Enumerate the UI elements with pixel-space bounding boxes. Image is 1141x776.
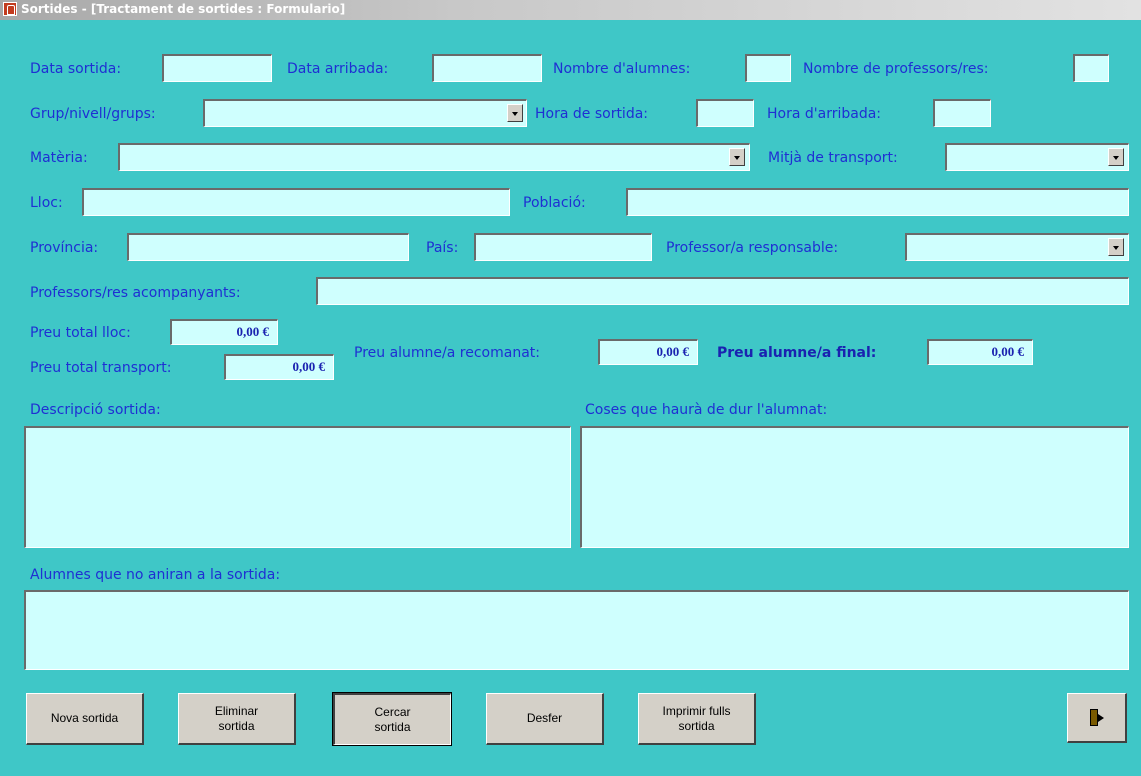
label-hora-sortida: Hora de sortida:	[535, 106, 649, 122]
access-form-icon[interactable]	[3, 2, 17, 16]
label-nombre-alumnes: Nombre d'alumnes:	[553, 61, 691, 77]
grup-combo[interactable]	[203, 99, 527, 127]
descripcio-textarea[interactable]	[24, 426, 571, 548]
label-poblacio: Població:	[523, 195, 586, 211]
desfer-button[interactable]: Desfer	[486, 693, 604, 745]
data-sortida-field[interactable]	[162, 54, 272, 82]
grup-dropdown-icon[interactable]	[507, 104, 523, 122]
lloc-field[interactable]	[82, 188, 510, 216]
hora-arribada-field[interactable]	[933, 99, 991, 127]
materia-combo[interactable]	[118, 143, 750, 171]
label-alumnes-no: Alumnes que no aniran a la sortida:	[30, 567, 281, 583]
nova-sortida-button[interactable]: Nova sortida	[26, 693, 144, 745]
imprimir-fulls-button[interactable]: Imprimir fulls sortida	[638, 693, 756, 745]
poblacio-field[interactable]	[626, 188, 1129, 216]
label-descripcio: Descripció sortida:	[30, 402, 161, 418]
label-grup: Grup/nivell/grups:	[30, 106, 156, 122]
coses-textarea[interactable]	[580, 426, 1129, 548]
label-materia: Matèria:	[30, 150, 88, 166]
nombre-professors-field[interactable]	[1073, 54, 1109, 82]
label-preu-total-transport: Preu total transport:	[30, 360, 172, 376]
preu-total-lloc-value[interactable]: 0,00 €	[170, 319, 278, 345]
pais-field[interactable]	[474, 233, 652, 261]
label-hora-arribada: Hora d'arribada:	[767, 106, 881, 122]
label-data-arribada: Data arribada:	[287, 61, 389, 77]
label-preu-total-lloc: Preu total lloc:	[30, 325, 131, 341]
alumnes-no-textarea[interactable]	[24, 590, 1129, 670]
preu-total-transport-value[interactable]: 0,00 €	[224, 354, 334, 380]
mitja-transport-dropdown-icon[interactable]	[1108, 148, 1124, 166]
label-lloc: Lloc:	[30, 195, 63, 211]
eliminar-sortida-button[interactable]: Eliminar sortida	[178, 693, 296, 745]
exit-button[interactable]	[1067, 693, 1127, 743]
label-pais: País:	[426, 240, 459, 256]
label-professor-responsable: Professor/a responsable:	[666, 240, 839, 256]
window-title: Sortides - [Tractament de sortides : For…	[21, 2, 346, 16]
data-arribada-field[interactable]	[432, 54, 542, 82]
cercar-sortida-button[interactable]: Cercar sortida	[332, 692, 452, 746]
label-professors-acompanyants: Professors/res acompanyants:	[30, 285, 241, 301]
label-coses: Coses que haurà de dur l'alumnat:	[585, 402, 828, 418]
materia-dropdown-icon[interactable]	[729, 148, 745, 166]
label-nombre-professors: Nombre de professors/res:	[803, 61, 989, 77]
hora-sortida-field[interactable]	[696, 99, 754, 127]
professor-responsable-combo[interactable]	[905, 233, 1129, 261]
exit-door-icon	[1088, 708, 1106, 728]
nombre-alumnes-field[interactable]	[745, 54, 791, 82]
label-data-sortida: Data sortida:	[30, 61, 122, 77]
label-provincia: Província:	[30, 240, 99, 256]
professors-acompanyants-field[interactable]	[316, 277, 1129, 305]
label-preu-final: Preu alumne/a final:	[717, 345, 877, 361]
label-mitja-transport: Mitjà de transport:	[768, 150, 898, 166]
mitja-transport-combo[interactable]	[945, 143, 1129, 171]
provincia-field[interactable]	[127, 233, 409, 261]
professor-responsable-dropdown-icon[interactable]	[1108, 238, 1124, 256]
title-bar: Sortides - [Tractament de sortides : For…	[0, 0, 1141, 20]
preu-recomanat-value[interactable]: 0,00 €	[598, 339, 698, 365]
label-preu-recomanat: Preu alumne/a recomanat:	[354, 345, 540, 361]
preu-final-value[interactable]: 0,00 €	[927, 339, 1033, 365]
